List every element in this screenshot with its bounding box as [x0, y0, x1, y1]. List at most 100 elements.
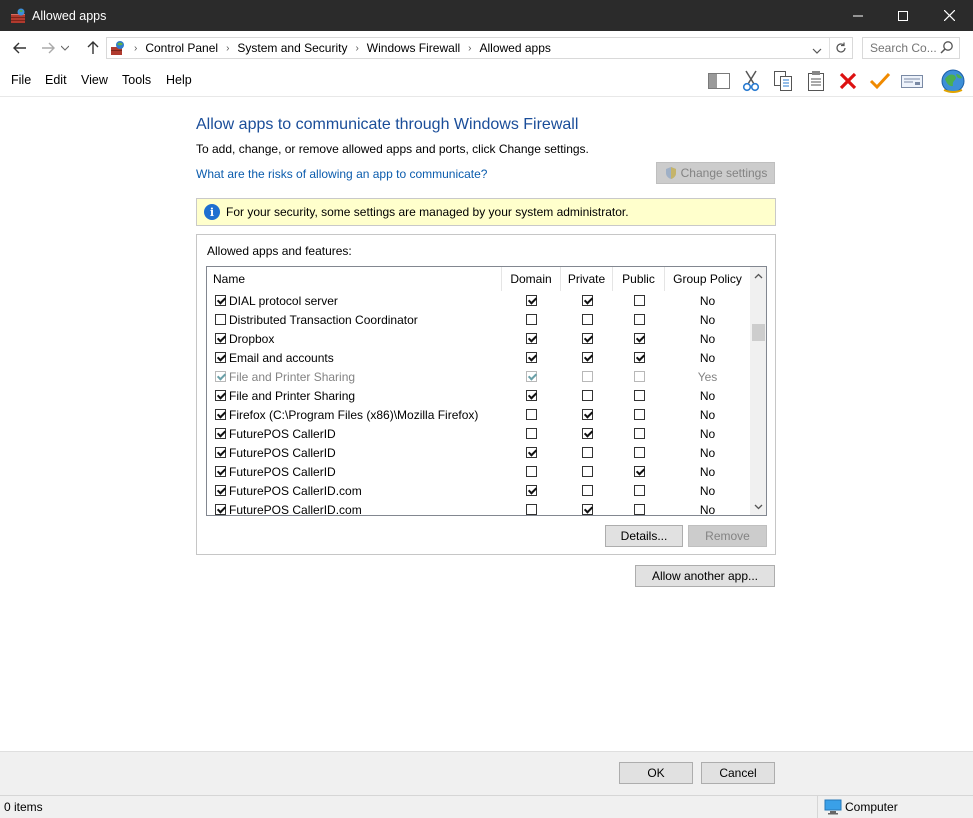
- paste-icon[interactable]: [804, 69, 828, 93]
- cut-icon[interactable]: [739, 69, 763, 93]
- public-checkbox[interactable]: [633, 504, 645, 515]
- copy-icon[interactable]: [771, 69, 795, 93]
- remove-button[interactable]: Remove: [688, 525, 767, 547]
- details-button[interactable]: Details...: [605, 525, 683, 547]
- layout-icon[interactable]: [707, 69, 731, 93]
- domain-checkbox[interactable]: [526, 371, 537, 382]
- private-checkbox[interactable]: [581, 504, 593, 515]
- app-enabled-checkbox[interactable]: [215, 447, 226, 458]
- domain-checkbox[interactable]: [526, 409, 537, 420]
- public-checkbox[interactable]: [633, 371, 645, 382]
- column-private[interactable]: Private: [561, 267, 613, 291]
- menu-view[interactable]: View: [81, 73, 108, 87]
- change-settings-button[interactable]: Change settings: [656, 162, 775, 184]
- up-button[interactable]: [81, 31, 105, 64]
- private-checkbox[interactable]: [581, 447, 593, 458]
- app-enabled-checkbox[interactable]: [215, 485, 226, 496]
- public-checkbox[interactable]: [633, 314, 645, 325]
- domain-checkbox[interactable]: [526, 390, 537, 401]
- properties-icon[interactable]: [900, 69, 924, 93]
- table-row[interactable]: Firefox (C:\Program Files (x86)\Mozilla …: [207, 405, 750, 424]
- address-bar[interactable]: › Control Panel › System and Security › …: [106, 37, 853, 59]
- breadcrumb-control-panel[interactable]: Control Panel: [145, 41, 218, 55]
- breadcrumb-separator-icon[interactable]: ›: [226, 43, 229, 54]
- app-enabled-checkbox[interactable]: [215, 504, 226, 515]
- app-enabled-checkbox[interactable]: [215, 390, 226, 401]
- vertical-scrollbar[interactable]: [750, 267, 766, 515]
- table-row[interactable]: Distributed Transaction Coordinator No: [207, 310, 750, 329]
- breadcrumb-separator-icon[interactable]: ›: [468, 43, 471, 54]
- public-checkbox[interactable]: [633, 428, 645, 439]
- breadcrumb-separator-icon[interactable]: ›: [355, 43, 358, 54]
- domain-checkbox[interactable]: [526, 485, 537, 496]
- ok-button[interactable]: OK: [619, 762, 693, 784]
- private-checkbox[interactable]: [581, 466, 593, 477]
- table-row[interactable]: Email and accounts No: [207, 348, 750, 367]
- app-enabled-checkbox[interactable]: [215, 314, 226, 325]
- menu-tools[interactable]: Tools: [122, 73, 151, 87]
- table-row[interactable]: DIAL protocol server No: [207, 291, 750, 310]
- app-enabled-checkbox[interactable]: [215, 371, 226, 382]
- private-checkbox[interactable]: [581, 409, 593, 420]
- table-row[interactable]: FuturePOS CallerID No: [207, 424, 750, 443]
- address-dropdown-chevron-icon[interactable]: [812, 44, 822, 58]
- domain-checkbox[interactable]: [526, 504, 537, 515]
- private-checkbox[interactable]: [581, 485, 593, 496]
- public-checkbox[interactable]: [633, 466, 645, 477]
- table-row[interactable]: Dropbox No: [207, 329, 750, 348]
- table-row[interactable]: FuturePOS CallerID.com No: [207, 481, 750, 500]
- menu-help[interactable]: Help: [166, 73, 192, 87]
- scroll-down-arrow-icon[interactable]: [750, 498, 766, 515]
- domain-checkbox[interactable]: [526, 333, 537, 344]
- domain-checkbox[interactable]: [526, 295, 537, 306]
- public-checkbox[interactable]: [633, 409, 645, 420]
- menu-edit[interactable]: Edit: [45, 73, 67, 87]
- private-checkbox[interactable]: [581, 314, 593, 325]
- private-checkbox[interactable]: [581, 371, 593, 382]
- app-enabled-checkbox[interactable]: [215, 466, 226, 477]
- cancel-button[interactable]: Cancel: [701, 762, 775, 784]
- public-checkbox[interactable]: [633, 447, 645, 458]
- app-enabled-checkbox[interactable]: [215, 409, 226, 420]
- recent-locations-chevron-icon[interactable]: [58, 31, 72, 64]
- table-row[interactable]: File and Printer Sharing Yes: [207, 367, 750, 386]
- back-button[interactable]: [8, 31, 32, 64]
- column-domain[interactable]: Domain: [502, 267, 561, 291]
- search-icon[interactable]: [940, 40, 956, 56]
- breadcrumb-allowed-apps[interactable]: Allowed apps: [480, 41, 551, 55]
- close-button[interactable]: [926, 0, 972, 31]
- globe-icon[interactable]: [939, 67, 967, 95]
- refresh-icon[interactable]: [829, 38, 851, 58]
- breadcrumb-windows-firewall[interactable]: Windows Firewall: [367, 41, 460, 55]
- domain-checkbox[interactable]: [526, 352, 537, 363]
- public-checkbox[interactable]: [633, 352, 645, 363]
- public-checkbox[interactable]: [633, 485, 645, 496]
- risks-link[interactable]: What are the risks of allowing an app to…: [196, 167, 487, 181]
- domain-checkbox[interactable]: [526, 428, 537, 439]
- app-enabled-checkbox[interactable]: [215, 333, 226, 344]
- public-checkbox[interactable]: [633, 390, 645, 401]
- scroll-up-arrow-icon[interactable]: [750, 267, 766, 284]
- app-enabled-checkbox[interactable]: [215, 352, 226, 363]
- public-checkbox[interactable]: [633, 295, 645, 306]
- column-group-policy[interactable]: Group Policy: [665, 267, 750, 291]
- delete-icon[interactable]: [836, 69, 860, 93]
- menu-file[interactable]: File: [11, 73, 31, 87]
- forward-button[interactable]: [36, 31, 60, 64]
- allow-another-app-button[interactable]: Allow another app...: [635, 565, 775, 587]
- private-checkbox[interactable]: [581, 295, 593, 306]
- domain-checkbox[interactable]: [526, 314, 537, 325]
- private-checkbox[interactable]: [581, 428, 593, 439]
- column-name[interactable]: Name: [207, 267, 502, 291]
- allowed-apps-list[interactable]: Name Domain Private Public Group Policy …: [206, 266, 767, 516]
- domain-checkbox[interactable]: [526, 447, 537, 458]
- table-row[interactable]: FuturePOS CallerID No: [207, 462, 750, 481]
- private-checkbox[interactable]: [581, 333, 593, 344]
- table-row[interactable]: File and Printer Sharing No: [207, 386, 750, 405]
- checkmark-icon[interactable]: [868, 69, 892, 93]
- column-public[interactable]: Public: [613, 267, 665, 291]
- table-row[interactable]: FuturePOS CallerID.com No: [207, 500, 750, 515]
- public-checkbox[interactable]: [633, 333, 645, 344]
- table-row[interactable]: FuturePOS CallerID No: [207, 443, 750, 462]
- app-enabled-checkbox[interactable]: [215, 295, 226, 306]
